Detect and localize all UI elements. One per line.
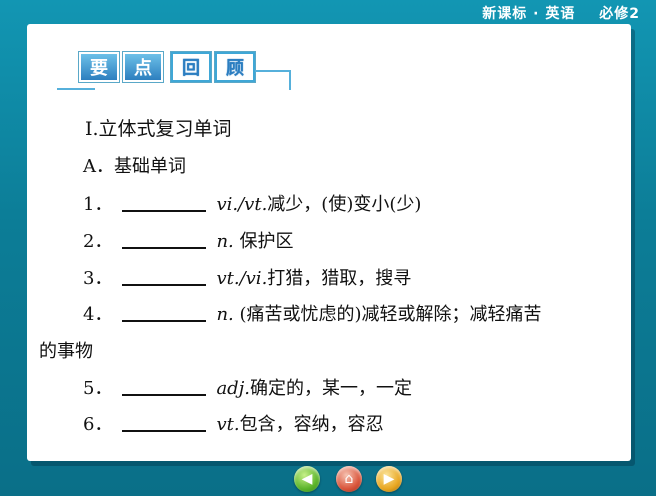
subheading: A．基础单词 bbox=[83, 156, 186, 177]
vocab-item-4-continuation: 的事物 bbox=[39, 341, 93, 362]
part-of-speech: adj. bbox=[216, 378, 251, 399]
item-number: 2． bbox=[83, 231, 113, 252]
course-series: 新课标 · 英语 bbox=[482, 6, 576, 22]
item-meaning: (痛苦或忧虑的)减轻或解除；减轻痛苦 bbox=[239, 304, 542, 325]
answer-blank[interactable] bbox=[122, 304, 207, 322]
badge-char-1: 要 bbox=[79, 52, 119, 82]
back-button[interactable]: ◀ bbox=[294, 466, 320, 492]
item-number: 1． bbox=[83, 194, 113, 215]
answer-blank[interactable] bbox=[122, 268, 207, 286]
item-meaning: 打猎，猎取，搜寻 bbox=[267, 268, 412, 289]
vocab-item-2: 2． n. 保护区 bbox=[83, 227, 294, 253]
vocab-item-1: 1． vi./vt.减少，(使)变小(少) bbox=[83, 190, 421, 216]
badge-connector bbox=[289, 70, 291, 90]
answer-blank[interactable] bbox=[122, 378, 207, 396]
vocab-item-4: 4． n. (痛苦或忧虑的)减轻或解除；减轻痛苦 bbox=[83, 300, 542, 326]
badge-char-4: 顾 bbox=[215, 52, 255, 82]
badge-char-2: 点 bbox=[123, 52, 163, 82]
section-heading: Ⅰ.立体式复习单词 bbox=[85, 118, 232, 140]
slide-header: 新课标 · 英语 必修2 bbox=[476, 3, 640, 23]
back-arrow-icon: ◀ bbox=[301, 471, 313, 487]
forward-arrow-icon: ▶ bbox=[383, 471, 395, 487]
part-of-speech: n. bbox=[216, 304, 234, 325]
forward-button[interactable]: ▶ bbox=[376, 466, 402, 492]
vocab-item-3: 3． vt./vi.打猎，猎取，搜寻 bbox=[83, 264, 411, 290]
part-of-speech: vt./vi. bbox=[216, 268, 268, 289]
item-meaning: 减少，(使)变小(少) bbox=[267, 194, 422, 215]
answer-blank[interactable] bbox=[122, 414, 207, 432]
badge-underline-left bbox=[57, 88, 95, 90]
part-of-speech: vt. bbox=[216, 414, 240, 435]
home-button[interactable]: ⌂ bbox=[336, 466, 362, 492]
item-number: 4． bbox=[83, 304, 113, 325]
item-meaning: 保护区 bbox=[239, 231, 294, 252]
content-card: 要 点 回 顾 Ⅰ.立体式复习单词 A．基础单词 1． vi./vt.减少，(使)… bbox=[27, 24, 631, 461]
vocab-item-6: 6． vt.包含，容纳，容忍 bbox=[83, 410, 384, 436]
part-of-speech: n. bbox=[216, 231, 234, 252]
item-meaning: 包含，容纳，容忍 bbox=[239, 414, 384, 435]
item-number: 6． bbox=[83, 414, 113, 435]
home-icon: ⌂ bbox=[344, 471, 354, 487]
answer-blank[interactable] bbox=[122, 231, 207, 249]
badge-underline-right bbox=[255, 70, 291, 72]
item-meaning: 确定的，某一，一定 bbox=[250, 378, 413, 399]
book-label: 必修2 bbox=[599, 6, 640, 22]
answer-blank[interactable] bbox=[122, 194, 207, 212]
part-of-speech: vi./vt. bbox=[216, 194, 268, 215]
item-number: 3． bbox=[83, 268, 113, 289]
vocab-item-5: 5． adj.确定的，某一，一定 bbox=[83, 374, 412, 400]
badge-char-3: 回 bbox=[171, 52, 211, 82]
item-number: 5． bbox=[83, 378, 113, 399]
